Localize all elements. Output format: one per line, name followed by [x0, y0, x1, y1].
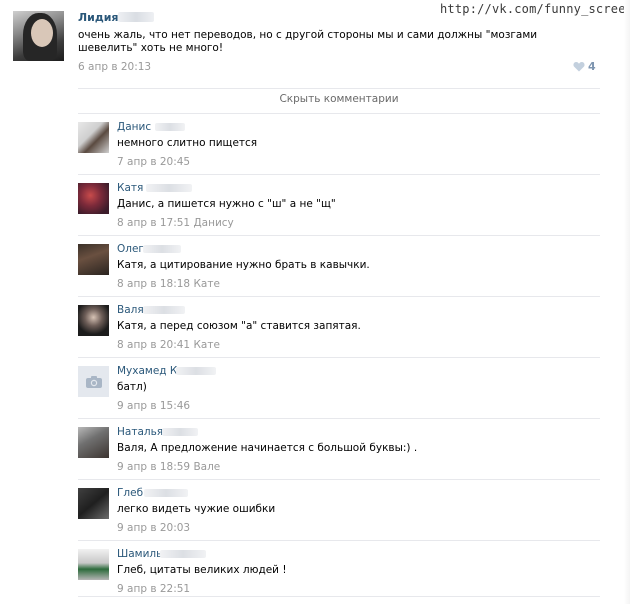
comment-date[interactable]: 7 апр в 20:45: [117, 156, 190, 168]
comment-item: Валя Катя, а перед союзом "а" ставится з…: [78, 296, 600, 357]
comment-date[interactable]: 9 апр в 15:46: [117, 400, 190, 412]
comment-avatar[interactable]: [78, 366, 109, 397]
comment-item: Данис немного слитно пищется 7 апр в 20:…: [78, 113, 600, 174]
comment-text: немного слитно пищется: [117, 137, 258, 149]
comment-author[interactable]: Мухамед К: [117, 365, 177, 377]
comment-author[interactable]: Шамиль: [117, 548, 162, 560]
redacted-surname: [143, 306, 185, 314]
comment-author[interactable]: Валя: [117, 304, 144, 316]
heart-icon: [573, 61, 585, 72]
comment-author[interactable]: Катя: [117, 182, 143, 194]
comment-date[interactable]: 9 апр в 20:03: [117, 522, 190, 534]
comment-item: Мухамед К батл) 9 апр в 15:46: [78, 357, 600, 418]
comment-item: Глеб легко видеть чужие ошибки 9 апр в 2…: [78, 479, 600, 540]
comment-text: легко видеть чужие ошибки: [117, 503, 276, 515]
page-edge: [624, 0, 630, 604]
comment-item: Шамиль Глеб, цитаты великих людей ! 9 ап…: [78, 540, 600, 601]
comment-date[interactable]: 8 апр в 20:41 Кате: [117, 339, 220, 351]
redacted-surname: [143, 245, 181, 253]
redacted-surname: [144, 489, 188, 497]
like-count: 4: [588, 60, 596, 73]
comment-date[interactable]: 9 апр в 18:59 Вале: [117, 461, 220, 473]
list-bottom-divider: [78, 596, 600, 597]
comment-date[interactable]: 8 апр в 18:18 Кате: [117, 278, 220, 290]
like-button[interactable]: 4: [573, 60, 596, 73]
comment-author[interactable]: Олег: [117, 243, 144, 255]
comment-text: Данис, а пишется нужно с "ш" а не "щ": [117, 198, 336, 210]
comment-item: Наталья Валя, А предложение начинается с…: [78, 418, 600, 479]
comment-author[interactable]: Наталья: [117, 426, 163, 438]
redacted-surname: [176, 367, 216, 375]
redacted-surname: [155, 123, 185, 131]
redacted-surname: [118, 12, 154, 22]
comment-avatar[interactable]: [78, 305, 109, 336]
post-text: очень жаль, что нет переводов, но с друг…: [78, 29, 538, 54]
comments-list: Данис немного слитно пищется 7 апр в 20:…: [78, 113, 600, 601]
wall-post: Лидия очень жаль, что нет переводов, но …: [0, 0, 630, 90]
post-author-name[interactable]: Лидия: [78, 11, 119, 24]
redacted-surname: [146, 184, 192, 192]
comment-item: Катя Данис, а пишется нужно с "ш" а не "…: [78, 174, 600, 235]
post-date[interactable]: 6 апр в 20:13: [78, 61, 151, 73]
comment-date[interactable]: 9 апр в 22:51: [117, 583, 190, 595]
hide-comments-link[interactable]: Скрыть комментарии: [78, 88, 600, 110]
comment-text: Катя, а цитирование нужно брать в кавычк…: [117, 259, 370, 271]
comment-text: Катя, а перед союзом "а" ставится запята…: [117, 320, 361, 332]
comment-avatar[interactable]: [78, 183, 109, 214]
comment-text: батл): [117, 381, 147, 393]
comment-author[interactable]: Глеб: [117, 487, 143, 499]
comment-text: Валя, А предложение начинается с большой…: [117, 442, 418, 454]
comment-avatar[interactable]: [78, 488, 109, 519]
comment-avatar[interactable]: [78, 244, 109, 275]
comment-avatar[interactable]: [78, 549, 109, 580]
comment-text: Глеб, цитаты великих людей !: [117, 564, 287, 576]
post-author-avatar[interactable]: [13, 11, 64, 61]
comment-date[interactable]: 8 апр в 17:51 Данису: [117, 217, 234, 229]
camera-icon: [85, 375, 102, 388]
comment-avatar[interactable]: [78, 427, 109, 458]
comment-item: Олег Катя, а цитирование нужно брать в к…: [78, 235, 600, 296]
comment-avatar[interactable]: [78, 122, 109, 153]
redacted-surname: [160, 550, 206, 558]
redacted-surname: [162, 428, 198, 436]
comment-author[interactable]: Данис: [117, 121, 151, 133]
